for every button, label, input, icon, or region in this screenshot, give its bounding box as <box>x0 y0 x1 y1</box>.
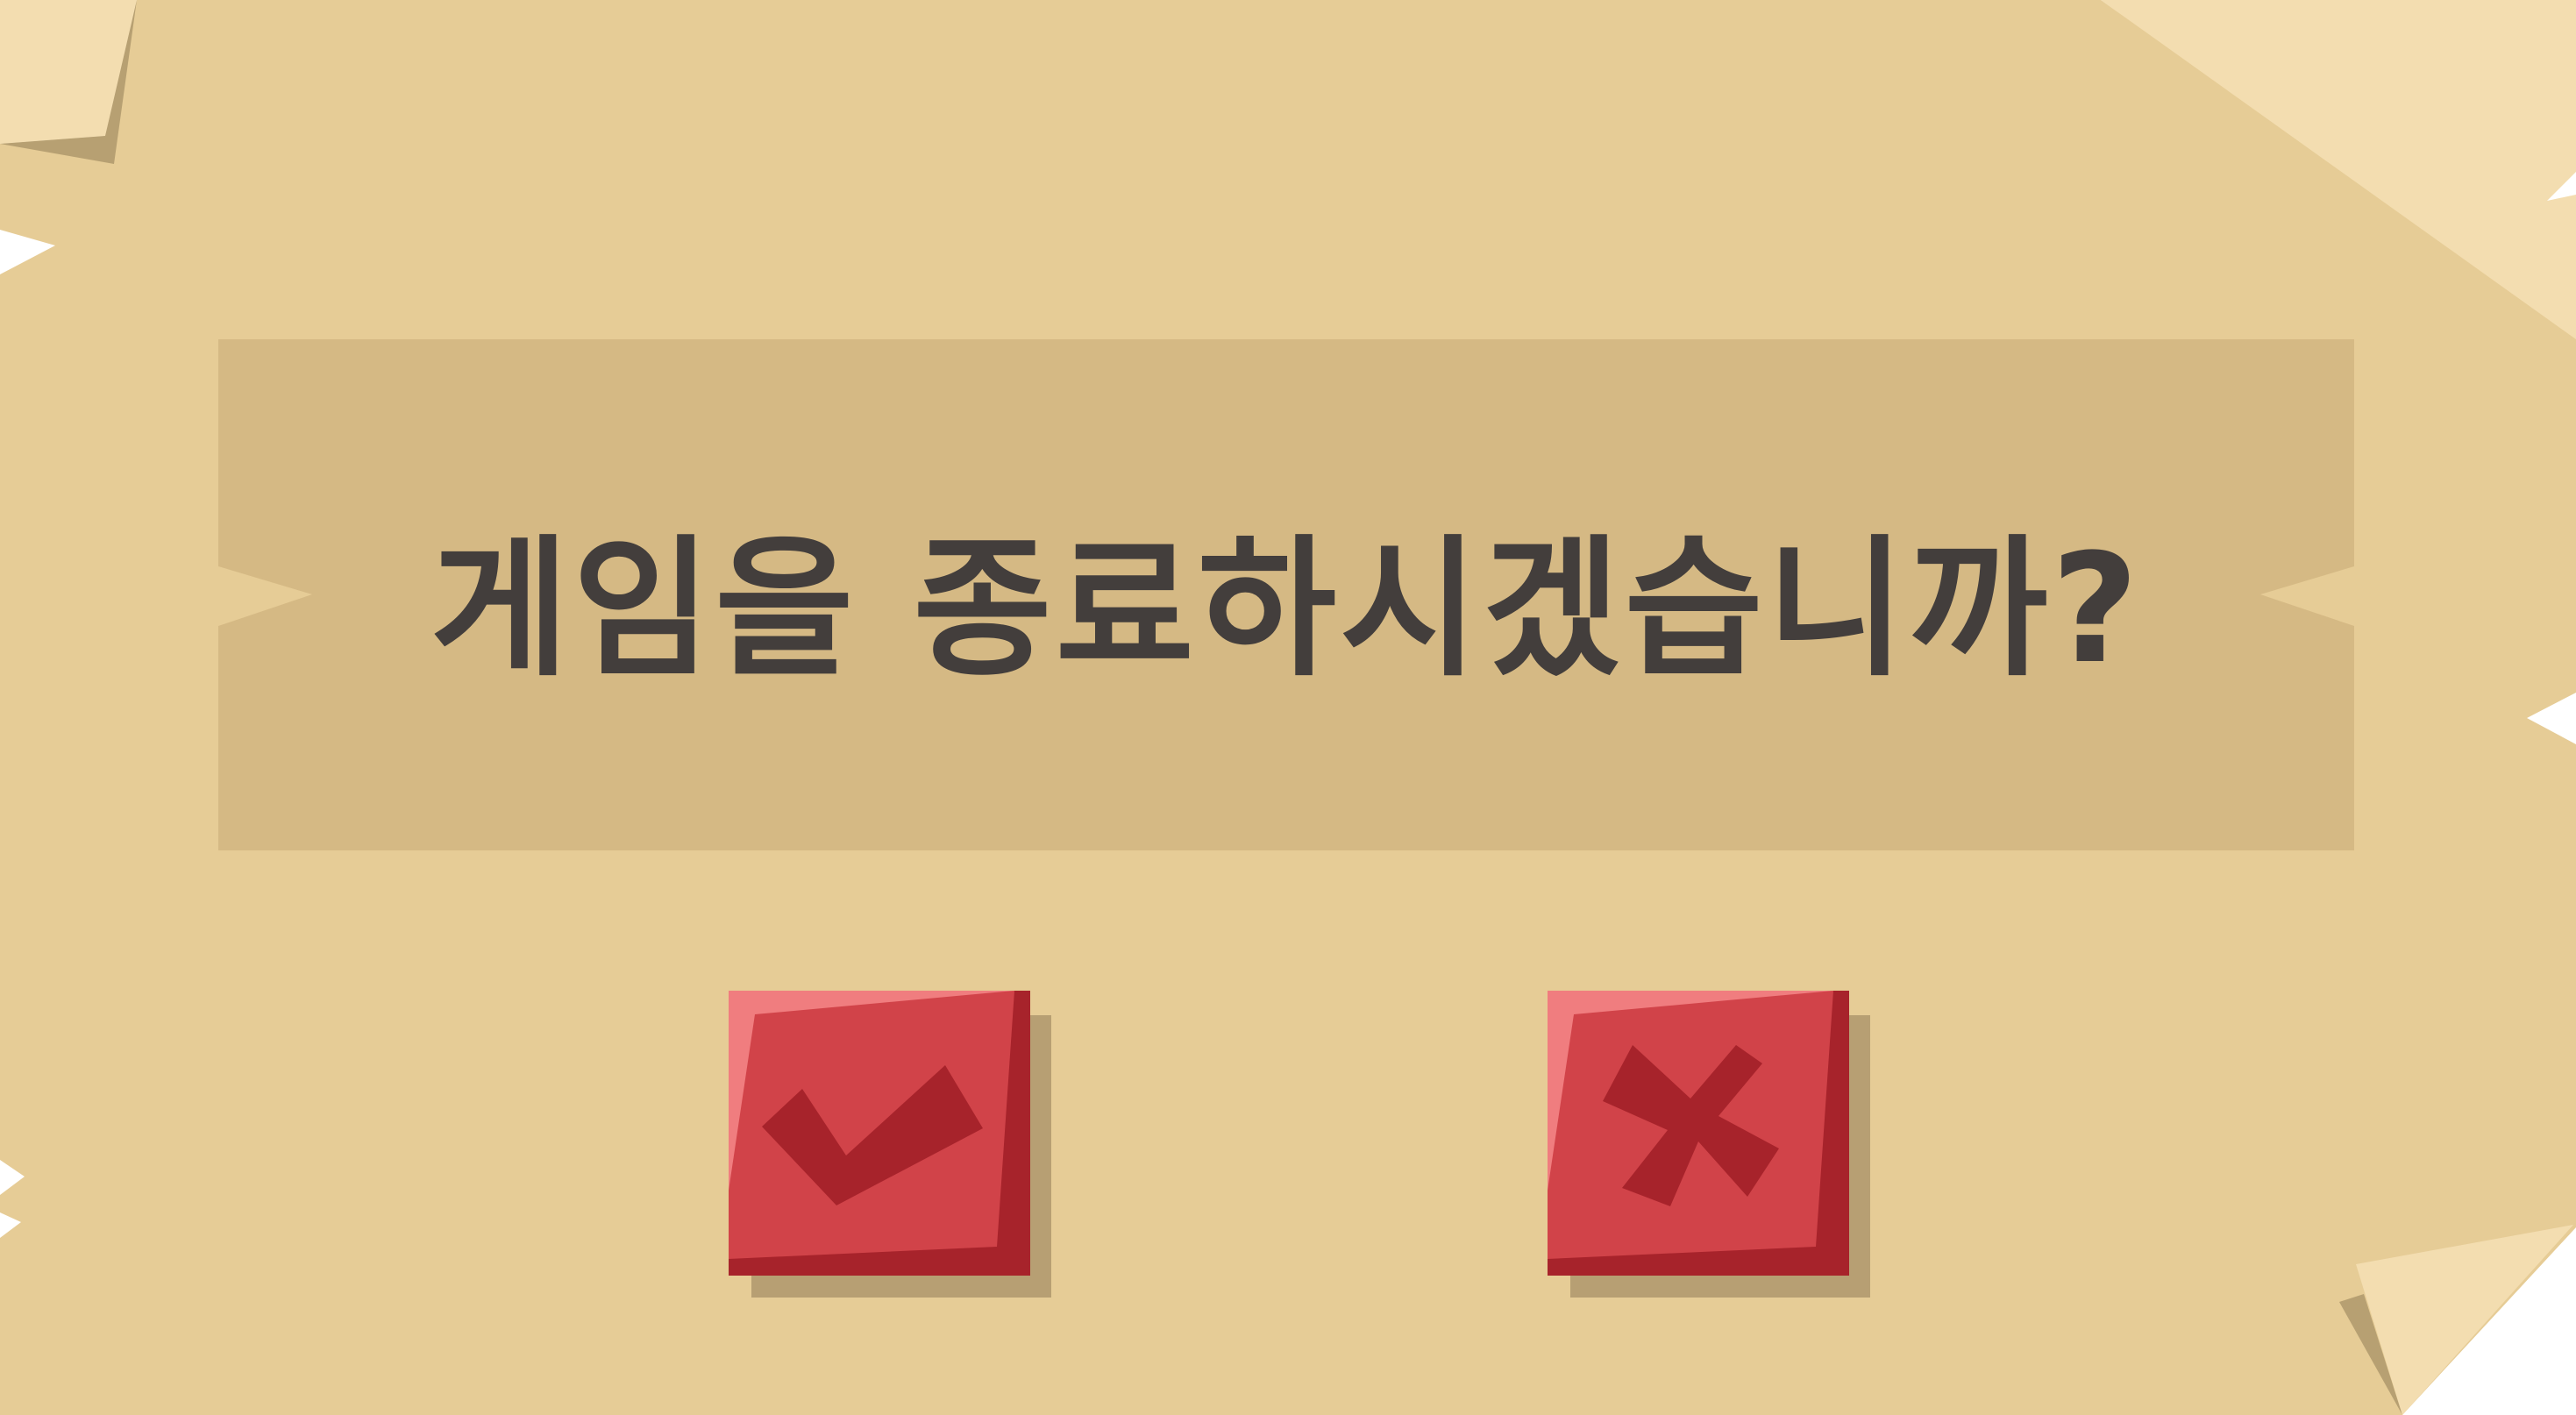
confirm-button[interactable] <box>729 991 1051 1298</box>
exit-confirmation-message: 게임을 종료하시겠습니까? <box>430 520 2143 697</box>
cancel-button[interactable] <box>1548 991 1870 1298</box>
